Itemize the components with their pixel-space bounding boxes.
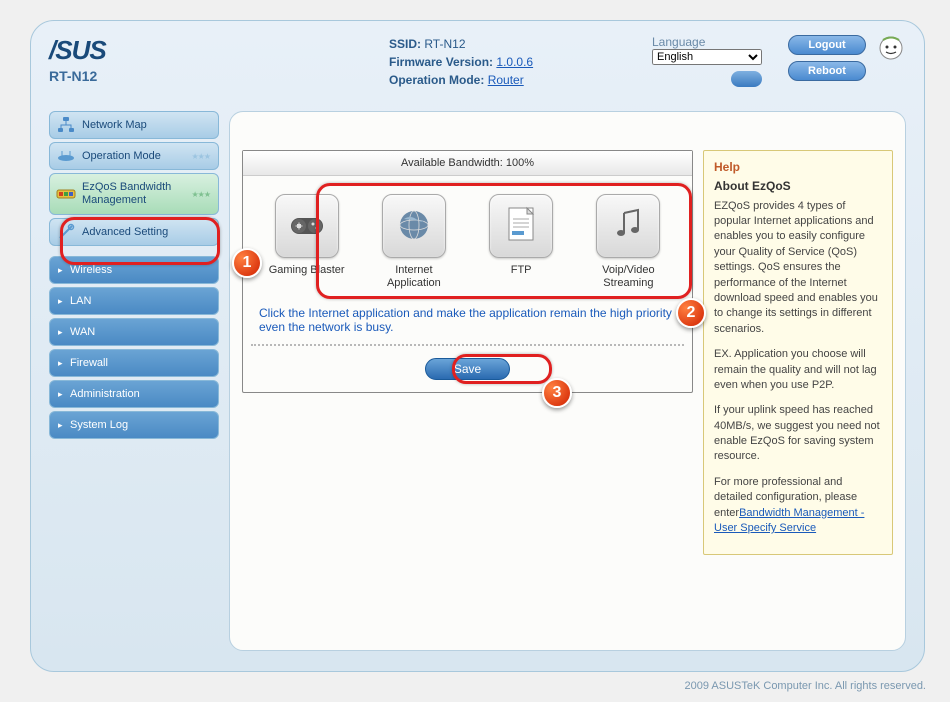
- go-button[interactable]: [731, 71, 762, 87]
- sidebar-sub-lan[interactable]: LAN: [49, 287, 219, 315]
- sidebar-item-operation-mode[interactable]: Operation Mode ★★★: [49, 142, 219, 170]
- footer-text: 2009 ASUSTeK Computer Inc. All rights re…: [684, 680, 926, 692]
- sidebar-sub-wan[interactable]: WAN: [49, 318, 219, 346]
- sidebar-label: Firewall: [70, 357, 108, 369]
- sidebar-item-advanced[interactable]: Advanced Setting: [49, 218, 219, 246]
- globe-icon: [394, 205, 434, 248]
- app-label: Voip/Video Streaming: [588, 264, 668, 290]
- document-icon: [504, 205, 538, 248]
- sidebar-label: Advanced Setting: [82, 226, 168, 238]
- help-panel: Help About EzQoS EZQoS provides 4 types …: [703, 150, 893, 555]
- logo-area: /SUS RT-N12: [49, 35, 229, 84]
- help-title: Help: [714, 159, 882, 176]
- app-ftp[interactable]: FTP: [481, 194, 561, 290]
- help-text: If your uplink speed has reached 40MB/s,…: [714, 403, 882, 465]
- ssid-label: SSID:: [389, 37, 421, 51]
- language-area: Language English: [652, 35, 782, 87]
- model-name: RT-N12: [49, 68, 229, 84]
- sidebar-sub-system-log[interactable]: System Log: [49, 411, 219, 439]
- sidebar: Network Map Operation Mode ★★★ EzQoS Ban…: [49, 111, 219, 651]
- ezqos-box: Available Bandwidth: 100% Gaming Blaster…: [242, 150, 693, 393]
- content-panel: Available Bandwidth: 100% Gaming Blaster…: [229, 111, 906, 651]
- sidebar-sub-wireless[interactable]: Wireless: [49, 256, 219, 284]
- meter-icon: [56, 184, 76, 204]
- app-label: Gaming Blaster: [267, 264, 347, 277]
- brand-logo: /SUS: [49, 35, 229, 66]
- help-text: For more professional and detailed confi…: [714, 475, 882, 537]
- status-info: SSID: RT-N12 Firmware Version: 1.0.0.6 O…: [229, 35, 652, 89]
- help-text: EX. Application you choose will remain t…: [714, 347, 882, 393]
- music-note-icon: [610, 205, 646, 248]
- logout-button[interactable]: Logout: [788, 35, 866, 55]
- sidebar-label: LAN: [70, 295, 91, 307]
- save-button[interactable]: Save: [425, 358, 510, 380]
- instruction-text: Click the Internet application and make …: [243, 298, 692, 344]
- stars-icon: ★★★: [191, 152, 210, 161]
- firmware-label: Firmware Version:: [389, 55, 493, 69]
- app-label: Internet Application: [374, 264, 454, 290]
- app-voip-video[interactable]: Voip/Video Streaming: [588, 194, 668, 290]
- help-text: EZQoS provides 4 types of popular Intern…: [714, 199, 882, 338]
- sidebar-label: Administration: [70, 388, 140, 400]
- sidebar-sub-administration[interactable]: Administration: [49, 380, 219, 408]
- bandwidth-title: Available Bandwidth: 100%: [243, 151, 692, 176]
- sidebar-label: Wireless: [70, 264, 112, 276]
- help-about: About EzQoS: [714, 178, 882, 195]
- sidebar-item-ezqos[interactable]: EzQoS Bandwidth Management ★★★: [49, 173, 219, 215]
- ssid-value: RT-N12: [424, 37, 465, 51]
- sidebar-label: Operation Mode: [82, 150, 161, 162]
- gamepad-icon: [287, 210, 327, 243]
- sidebar-label: WAN: [70, 326, 95, 338]
- app-internet-application[interactable]: Internet Application: [374, 194, 454, 290]
- opmode-link[interactable]: Router: [488, 73, 524, 87]
- app-label: FTP: [481, 264, 561, 277]
- mascot-icon: [878, 35, 906, 61]
- reboot-button[interactable]: Reboot: [788, 61, 866, 81]
- firmware-link[interactable]: 1.0.0.6: [496, 55, 533, 69]
- header: /SUS RT-N12 SSID: RT-N12 Firmware Versio…: [49, 35, 906, 105]
- sidebar-label: System Log: [70, 419, 128, 431]
- app-gaming-blaster[interactable]: Gaming Blaster: [267, 194, 347, 290]
- opmode-label: Operation Mode:: [389, 73, 484, 87]
- stars-icon: ★★★: [191, 190, 210, 199]
- language-select[interactable]: English: [652, 49, 762, 65]
- language-label: Language: [652, 35, 782, 49]
- sidebar-sub-firewall[interactable]: Firewall: [49, 349, 219, 377]
- router-icon: [56, 146, 76, 166]
- sidebar-item-network-map[interactable]: Network Map: [49, 111, 219, 139]
- network-icon: [56, 115, 76, 135]
- sidebar-label: Network Map: [82, 119, 147, 131]
- tools-icon: [56, 222, 76, 242]
